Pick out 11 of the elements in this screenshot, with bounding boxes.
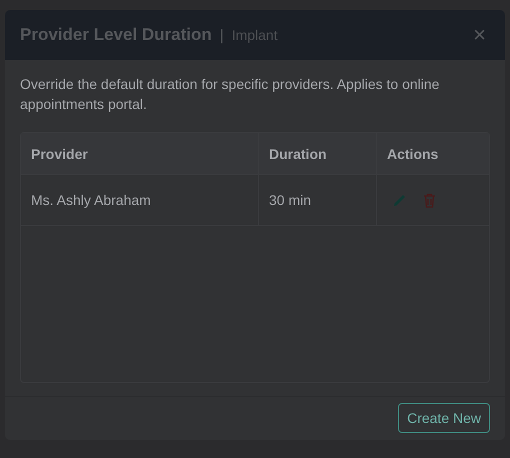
create-new-button[interactable]: Create New (398, 402, 490, 432)
column-header: Provider (21, 133, 259, 174)
description-text: Override the default duration for specific providers. Applies to online appointments portal. (20, 75, 440, 114)
table-cell: 30 min (259, 175, 377, 225)
dialog-title: Provider Level Duration (20, 25, 212, 45)
title-separator: | (220, 26, 224, 44)
trash-icon[interactable] (423, 192, 436, 208)
edit-icon[interactable] (393, 193, 407, 207)
column-header: Duration (259, 133, 377, 174)
column-header: Actions (386, 144, 440, 164)
table-cell: Ms. Ashly Abraham (21, 175, 259, 225)
